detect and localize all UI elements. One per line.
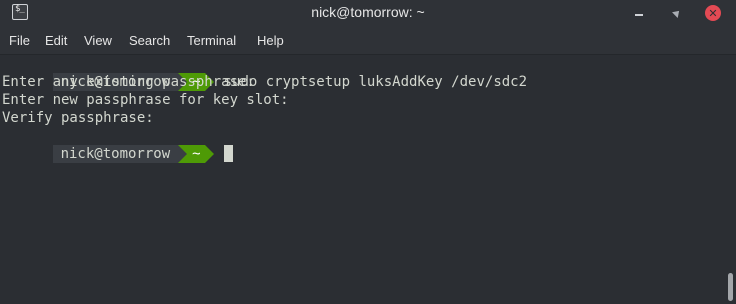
prompt-dir: ~ [178,145,205,163]
minimize-button[interactable] [629,3,649,23]
output-line: Enter any existing passphrase: [2,74,255,90]
close-x-glyph: ✕ [708,6,718,20]
output-line: Enter new passphrase for key slot: [2,92,289,108]
prompt-line-2: nick@tomorrow ~ [2,127,233,163]
maximize-icon [672,8,682,18]
terminal-output[interactable]: nick@tomorrow ~ sudo cryptsetup luksAddKey… [0,55,725,304]
scrollbar-thumb[interactable] [728,273,733,301]
menu-view[interactable]: View [84,33,112,48]
menu-bar: File Edit View Search Terminal Help [0,27,736,55]
menu-help[interactable]: Help [257,33,284,48]
title-bar[interactable]: $_ nick@tomorrow: ~ ✕ [0,0,736,27]
command-text: sudo cryptsetup luksAddKey /dev/sdc2 [223,74,528,90]
menu-search[interactable]: Search [129,33,170,48]
scrollbar[interactable] [725,55,736,304]
output-line: Verify passphrase: [2,110,154,126]
window-title: nick@tomorrow: ~ [311,4,425,20]
menu-terminal[interactable]: Terminal [187,33,236,48]
prompt-line-1: nick@tomorrow ~ sudo cryptsetup luksAddKey… [2,55,527,91]
prompt-arrow-icon [204,145,214,163]
minimize-icon [635,14,643,16]
close-button[interactable]: ✕ [703,3,723,23]
menu-file[interactable]: File [9,33,30,48]
close-icon: ✕ [705,5,721,21]
menu-edit[interactable]: Edit [45,33,67,48]
terminal-window: $_ nick@tomorrow: ~ ✕ File Edit View Sea… [0,0,736,304]
text-cursor [223,145,233,162]
maximize-button[interactable] [667,3,687,23]
prompt-user: nick@tomorrow [52,145,179,163]
